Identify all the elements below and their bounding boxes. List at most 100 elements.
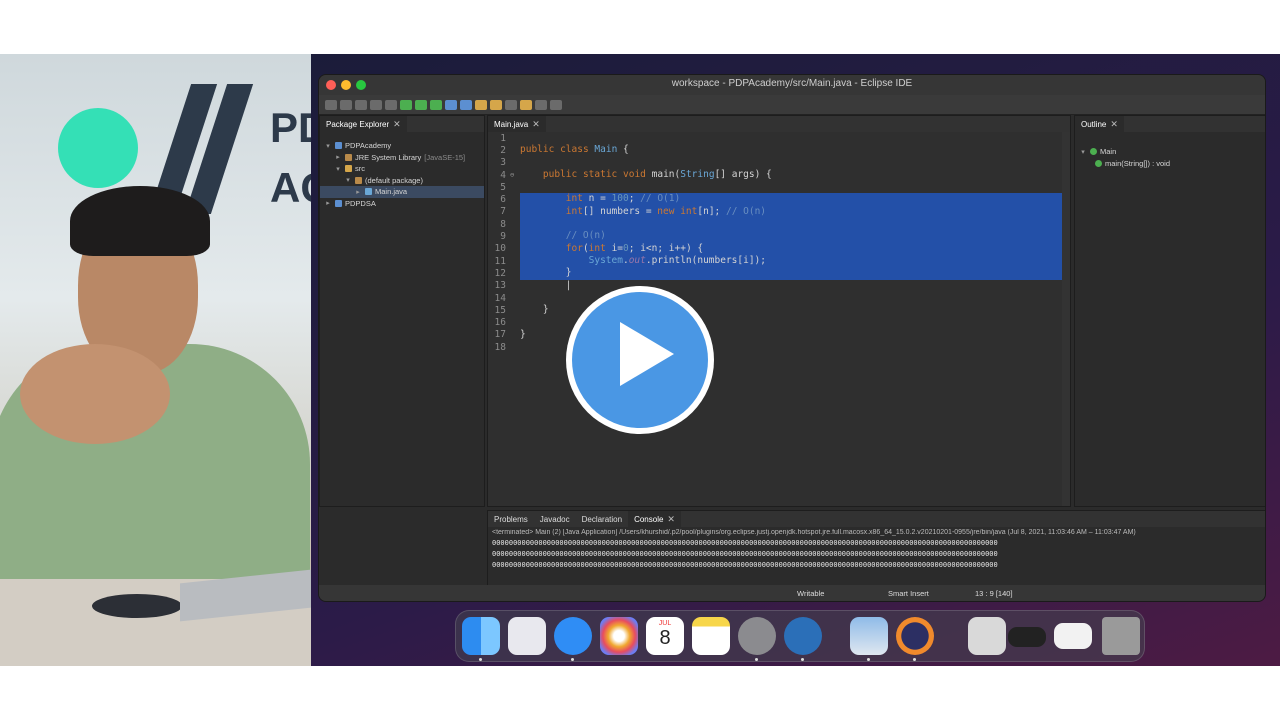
- trash-icon[interactable]: [1102, 617, 1140, 655]
- expand-icon[interactable]: ▾: [1079, 148, 1087, 156]
- running-indicator: [571, 658, 574, 661]
- outline-item[interactable]: main(String[]) : void: [1079, 158, 1265, 170]
- code-line[interactable]: 6 int n = 100; // O(1): [488, 193, 1070, 206]
- expand-icon[interactable]: ▾: [334, 165, 342, 173]
- close-icon[interactable]: ✕: [667, 514, 675, 525]
- launchpad-icon[interactable]: [508, 617, 546, 655]
- tree-item-label: (default package): [365, 175, 423, 185]
- code-line[interactable]: 1: [488, 132, 1070, 144]
- expand-icon[interactable]: ▸: [354, 188, 362, 196]
- computer-mouse: [92, 594, 182, 618]
- code-line[interactable]: 5: [488, 181, 1070, 193]
- tab-javadoc[interactable]: Javadoc: [534, 511, 576, 527]
- code-line[interactable]: 15 }: [488, 304, 1070, 316]
- editor-scrollbar[interactable]: [1062, 132, 1070, 506]
- quicktime-icon[interactable]: [784, 617, 822, 655]
- new-class-icon[interactable]: [475, 99, 487, 110]
- run-icon[interactable]: [415, 99, 427, 110]
- code-line[interactable]: 13 |: [488, 280, 1070, 292]
- console-output-line: 0000000000000000000000000000000000000000…: [492, 550, 998, 558]
- expand-icon[interactable]: ▾: [344, 176, 352, 184]
- line-number: 3: [500, 157, 506, 169]
- line-number: 7: [500, 206, 506, 218]
- console-header: <terminated> Main (2) [Java Application]…: [492, 529, 1136, 536]
- package-tree: ▾ PDPAcademy ▸ JRE System Library [JavaSE-15…: [320, 132, 484, 209]
- tab-declaration[interactable]: Declaration: [576, 511, 628, 527]
- save-all-icon[interactable]: [355, 99, 367, 110]
- recent-window-icon[interactable]: [1054, 623, 1092, 649]
- outline-view: Outline ✕ ▾ Main main(String[]) : void: [1074, 115, 1265, 507]
- back-icon[interactable]: [535, 99, 547, 110]
- open-type-icon[interactable]: [490, 99, 502, 110]
- code-text: int[] numbers = new int[n]; // O(n): [565, 205, 767, 217]
- tab-outline[interactable]: Outline ✕: [1075, 116, 1124, 132]
- search-icon[interactable]: [505, 99, 517, 110]
- status-writable: Writable: [797, 589, 825, 598]
- play-button[interactable]: [566, 286, 714, 434]
- tree-item[interactable]: ▾ src: [320, 163, 484, 175]
- new-package-icon[interactable]: [460, 99, 472, 110]
- status-insert-mode: Smart Insert: [888, 589, 929, 598]
- fold-marker-icon[interactable]: ⊖: [510, 171, 520, 179]
- tree-item[interactable]: ▸ Main.java: [320, 186, 484, 198]
- line-number: 11: [494, 255, 506, 267]
- save-icon[interactable]: [340, 99, 352, 110]
- running-indicator: [479, 658, 482, 661]
- line-number: 10: [494, 243, 506, 255]
- system-preferences-icon[interactable]: [738, 617, 776, 655]
- coverage-icon[interactable]: [430, 99, 442, 110]
- expand-icon[interactable]: ▾: [324, 142, 332, 150]
- code-line[interactable]: 12 }: [488, 267, 1070, 280]
- line-number: 9: [500, 231, 506, 243]
- line-number: 13: [494, 280, 506, 292]
- code-line[interactable]: 7 int[] numbers = new int[n]; // O(n): [488, 205, 1070, 219]
- tab-package-explorer[interactable]: Package Explorer ✕: [320, 116, 407, 132]
- code-line[interactable]: 8: [488, 218, 1070, 231]
- tab-main-java[interactable]: Main.java ✕: [488, 116, 546, 132]
- documents-folder-icon[interactable]: [968, 617, 1006, 655]
- tab-console[interactable]: Console ✕: [628, 511, 681, 527]
- code-line[interactable]: 3: [488, 157, 1070, 169]
- tree-item-icon: [335, 142, 342, 150]
- skip-breakpoints-icon[interactable]: [385, 99, 397, 110]
- code-line[interactable]: 9 // O(n): [488, 230, 1070, 243]
- code-line[interactable]: 11 System.out.println(numbers[i]);: [488, 254, 1070, 268]
- recent-window-icon[interactable]: [1008, 627, 1046, 647]
- outline-tabbar: Outline ✕: [1075, 116, 1265, 132]
- main-toolbar: [319, 95, 1265, 115]
- outline-item[interactable]: ▾ Main: [1079, 146, 1265, 158]
- notes-icon[interactable]: [692, 617, 730, 655]
- tree-item[interactable]: ▾ (default package): [320, 175, 484, 187]
- new-java-project-icon[interactable]: [445, 99, 457, 110]
- calendar-icon[interactable]: JUL 8: [646, 617, 684, 655]
- tree-item[interactable]: ▾ PDPAcademy: [320, 140, 484, 152]
- close-icon[interactable]: ✕: [393, 119, 401, 130]
- terminal-icon[interactable]: [370, 99, 382, 110]
- new-icon[interactable]: [325, 99, 337, 110]
- code-text: for(int i=0; i<n; i++) {: [565, 242, 704, 254]
- tree-item[interactable]: ▸ JRE System Library [JavaSE-15]: [320, 152, 484, 164]
- close-icon[interactable]: ✕: [532, 119, 540, 130]
- preview-icon[interactable]: [850, 617, 888, 655]
- code-line[interactable]: 10 for(int i=0; i<n; i++) {: [488, 242, 1070, 255]
- expand-icon[interactable]: ▸: [334, 153, 342, 161]
- window-title: workspace - PDPAcademy/src/Main.java - E…: [671, 78, 913, 89]
- code-line[interactable]: 2 public class Main {: [488, 144, 1070, 156]
- eclipse-icon[interactable]: [896, 617, 934, 655]
- tab-problems[interactable]: Problems: [488, 511, 534, 527]
- tree-item-extra: [JavaSE-15]: [424, 152, 466, 162]
- photos-icon[interactable]: [600, 617, 638, 655]
- close-icon[interactable]: ✕: [1110, 119, 1118, 130]
- tree-item[interactable]: ▸ PDPDSA: [320, 198, 484, 210]
- code-area[interactable]: 1 2 public class Main {3 4 ⊖ public static v…: [488, 132, 1070, 506]
- code-line[interactable]: 14: [488, 292, 1070, 304]
- forward-icon[interactable]: [550, 99, 562, 110]
- annotation-icon[interactable]: [520, 99, 532, 110]
- console-output[interactable]: <terminated> Main (2) [Java Application]…: [488, 527, 1265, 573]
- finder-icon[interactable]: [462, 617, 500, 655]
- debug-icon[interactable]: [400, 99, 412, 110]
- calendar-month: JUL: [658, 620, 672, 627]
- safari-icon[interactable]: [554, 617, 592, 655]
- code-line[interactable]: 4 ⊖ public static void main(String[] args…: [488, 169, 1070, 181]
- expand-icon[interactable]: ▸: [324, 199, 332, 207]
